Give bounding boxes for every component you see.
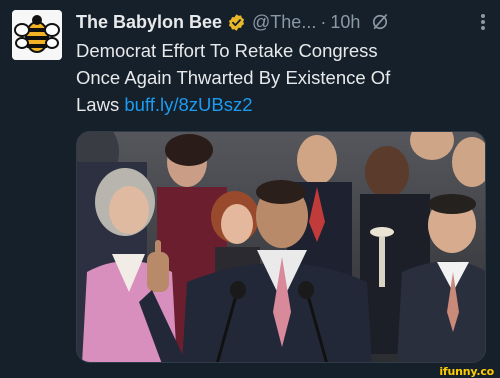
more-options-icon[interactable] (480, 11, 486, 33)
babylon-bee-logo-icon (12, 10, 62, 60)
tweet-header: The Babylon Bee @The... · 10h (76, 9, 490, 35)
author-name[interactable]: The Babylon Bee (76, 12, 222, 33)
verified-badge-icon[interactable] (227, 13, 246, 32)
press-conference-photo (77, 132, 485, 362)
tweet-text-line-1: Democrat Effort To Retake Congress (76, 40, 378, 61)
tweet-media-photo[interactable] (76, 131, 486, 363)
tweet-timestamp[interactable]: 10h (330, 12, 360, 33)
ifunny-watermark: ifunny.co (439, 365, 494, 378)
author-avatar[interactable] (12, 10, 62, 60)
tweet-link[interactable]: buff.ly/8zUBsz2 (124, 94, 252, 115)
footer-strip (0, 365, 500, 378)
tweet-text-laws: Laws (76, 94, 120, 115)
separator-dot: · (320, 11, 327, 32)
author-handle[interactable]: @The... (252, 12, 316, 33)
tweet-text-line-2: Once Again Thwarted By Existence Of (76, 67, 391, 88)
grok-icon[interactable] (370, 12, 390, 32)
tweet-text-line-3: Laws buff.ly/8zUBsz2 (76, 91, 491, 118)
tweet-text: Democrat Effort To Retake Congress Once … (76, 37, 491, 118)
